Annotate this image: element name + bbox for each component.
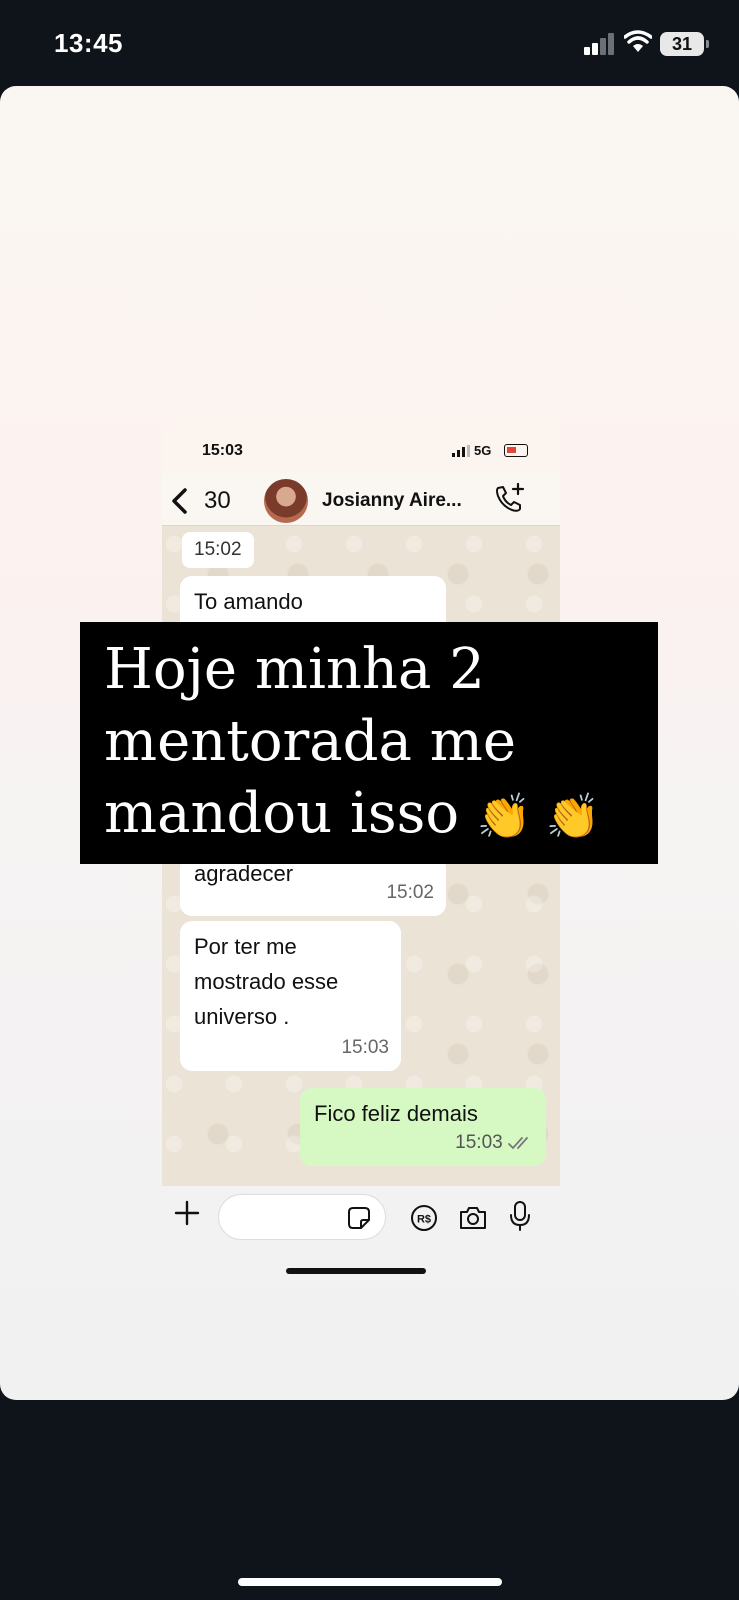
inner-status-bar: 15:03 5G <box>162 424 560 474</box>
message-text: To amando <box>194 589 303 614</box>
message-text: Por ter me mostrado esse universo . <box>194 934 339 1029</box>
contact-name[interactable]: Josianny Aire... <box>322 490 462 512</box>
inner-battery-icon <box>504 444 528 457</box>
chat-header: 30 Josianny Aire... <box>162 474 560 526</box>
currency-rs-icon[interactable]: R$ <box>410 1204 438 1232</box>
message-time: 15:02 <box>386 882 434 903</box>
inner-network-label: 5G <box>474 443 492 458</box>
caption-line: mandou isso 👏 👏 <box>104 778 634 854</box>
story-card: 15:03 5G 30 Josianny Aire... 15:02 To am… <box>0 86 739 1400</box>
clapping-hands-icon: 👏 👏 <box>476 791 601 843</box>
incoming-message[interactable]: agradecer 15:02 <box>180 856 446 916</box>
time-chip: 15:02 <box>182 532 254 568</box>
chevron-left-icon <box>172 488 187 514</box>
inner-signal-icon <box>452 445 470 457</box>
incoming-message[interactable]: Por ter me mostrado esse universo . 15:0… <box>180 921 401 1071</box>
avatar[interactable] <box>264 479 308 523</box>
message-time: 15:03 <box>455 1125 534 1160</box>
story-caption: Hoje minha 2 mentorada me mandou isso 👏 … <box>80 622 658 864</box>
outgoing-message[interactable]: Fico feliz demais 15:03 <box>300 1088 546 1166</box>
caption-line: mentorada me <box>104 709 516 774</box>
double-check-icon <box>508 1137 528 1150</box>
inner-home-indicator <box>286 1268 426 1274</box>
signal-icon <box>584 33 616 55</box>
message-time-label: 15:03 <box>455 1132 503 1153</box>
unread-count: 30 <box>204 487 231 514</box>
battery-icon: 31 <box>660 32 709 56</box>
phone-add-icon[interactable] <box>492 482 526 516</box>
status-time: 13:45 <box>54 28 123 58</box>
status-bar: 13:45 31 <box>0 0 739 86</box>
microphone-icon[interactable] <box>508 1200 532 1232</box>
caption-line: Hoje minha 2 <box>104 637 485 702</box>
back-button[interactable]: 30 <box>170 484 240 516</box>
svg-text:R$: R$ <box>417 1214 431 1226</box>
home-indicator[interactable] <box>238 1578 502 1586</box>
inner-status-time: 15:03 <box>202 442 243 459</box>
plus-icon[interactable] <box>172 1198 202 1228</box>
camera-icon[interactable] <box>458 1204 488 1232</box>
sticker-icon[interactable] <box>347 1206 371 1230</box>
message-composer: R$ <box>162 1186 560 1274</box>
wifi-icon <box>624 30 652 52</box>
message-time: 15:03 <box>341 1037 389 1058</box>
caption-text: mandou isso <box>104 781 460 846</box>
